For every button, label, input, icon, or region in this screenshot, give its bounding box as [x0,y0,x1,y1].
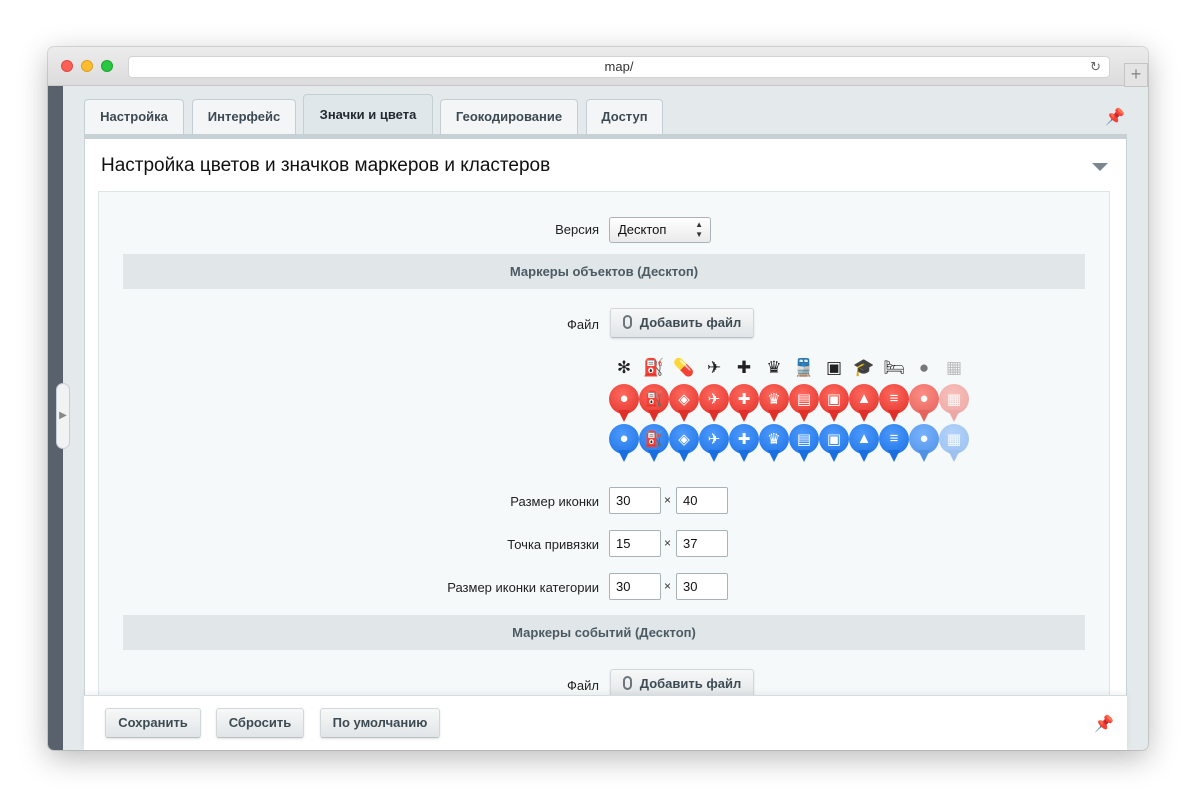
pin-icon[interactable]: 📌 [1105,107,1125,127]
add-file-label: Добавить файл [639,676,742,691]
sidebar-expand-handle[interactable]: ▶ [56,383,70,449]
version-select-value: Десктоп [618,222,667,237]
blue-marker-fuel[interactable]: ⛽ [639,424,669,470]
anchor-point-label: Точка привязки [507,537,599,552]
fuel-icon[interactable]: ⛽ [643,358,665,378]
select-arrows-icon: ▲ ▼ [695,220,703,239]
blue-marker-graduation[interactable]: ▲ [849,424,879,470]
blue-marker-pill[interactable]: ◈ [669,424,699,470]
anchor-y-input[interactable]: 37 [676,530,728,557]
url-text: map/ [604,59,634,74]
tab-access[interactable]: Доступ [586,99,663,134]
reset-button[interactable]: Сбросить [216,708,304,738]
blocks-icon[interactable]: ▦ [943,358,965,378]
blue-marker-plane[interactable]: ✈ [699,424,729,470]
pets-icon[interactable]: ● [913,358,935,378]
train-icon[interactable]: 🚆 [793,358,815,378]
tab-interface[interactable]: Интерфейс [192,99,296,134]
panel-title: Настройка цветов и значков маркеров и кл… [101,155,551,176]
settings-panel: Настройка цветов и значков маркеров и кл… [84,139,1127,699]
pill-icon[interactable]: 💊 [673,358,695,378]
graduation-cap-icon[interactable]: 🎓 [853,358,875,378]
blue-marker-bed[interactable]: ≡ [879,424,909,470]
default-button[interactable]: По умолчанию [320,708,440,738]
minimize-window-button[interactable] [81,60,93,72]
tab-icons-colors[interactable]: Значки и цвета [303,94,433,135]
blue-marker-blocks[interactable]: ▦ [939,424,969,470]
icon-size-height-input[interactable]: 40 [676,487,728,514]
blue-marker-stamp[interactable]: ▣ [819,424,849,470]
paperclip-icon [622,676,632,690]
collapse-arrow-icon[interactable] [1092,163,1108,171]
cross-icon[interactable]: ✚ [733,358,755,378]
times-sign: × [664,536,672,550]
tab-geocoding[interactable]: Геокодирование [440,99,578,134]
browser-window: map/ ↻ + ▶ Настройка Интерфейс Значки и … [48,47,1148,750]
blue-marker-cross[interactable]: ✚ [729,424,759,470]
save-button[interactable]: Сохранить [105,708,201,738]
footer-bar: Сохранить Сбросить По умолчанию 📌 [84,695,1127,750]
zoom-window-button[interactable] [101,60,113,72]
add-file-label: Добавить файл [639,315,742,330]
section-event-markers: Маркеры событий (Десктоп) [123,615,1085,650]
version-label: Версия [555,222,599,237]
stamp-icon[interactable]: ▣ [823,358,845,378]
category-icon-size-label: Размер иконки категории [447,580,599,595]
section-object-markers: Маркеры объектов (Десктоп) [123,254,1085,289]
settings-form: Версия Десктоп ▲ ▼ Маркеры объектов (Деск… [98,191,1110,699]
times-sign: × [664,579,672,593]
times-sign: × [664,493,672,507]
anchor-x-input[interactable]: 15 [609,530,661,557]
blue-marker-sun[interactable]: ● [609,424,639,470]
file-label: Файл [567,678,599,693]
blue-marker-pets[interactable]: ● [909,424,939,470]
sun-icon[interactable]: ✻ [613,358,635,378]
reload-icon[interactable]: ↻ [1090,57,1101,77]
file-label: Файл [567,317,599,332]
address-bar[interactable]: map/ ↻ [128,56,1110,78]
category-size-width-input[interactable]: 30 [609,573,661,600]
bed-icon[interactable]: 🛏 [883,358,905,378]
tab-settings[interactable]: Настройка [84,99,184,134]
new-tab-button[interactable]: + [1124,63,1148,87]
paperclip-icon [622,315,632,329]
icon-size-width-input[interactable]: 30 [609,487,661,514]
blue-marker-emblem[interactable]: ♛ [759,424,789,470]
title-bar: map/ ↻ + [48,47,1148,87]
add-file-button[interactable]: Добавить файл [610,308,754,338]
close-window-button[interactable] [61,60,73,72]
version-select[interactable]: Десктоп ▲ ▼ [609,217,711,243]
pin-icon[interactable]: 📌 [1094,714,1114,734]
emblem-icon[interactable]: ♛ [763,358,785,378]
blue-marker-train[interactable]: ▤ [789,424,819,470]
plane-icon[interactable]: ✈ [703,358,725,378]
category-size-height-input[interactable]: 30 [676,573,728,600]
icon-size-label: Размер иконки [510,494,599,509]
